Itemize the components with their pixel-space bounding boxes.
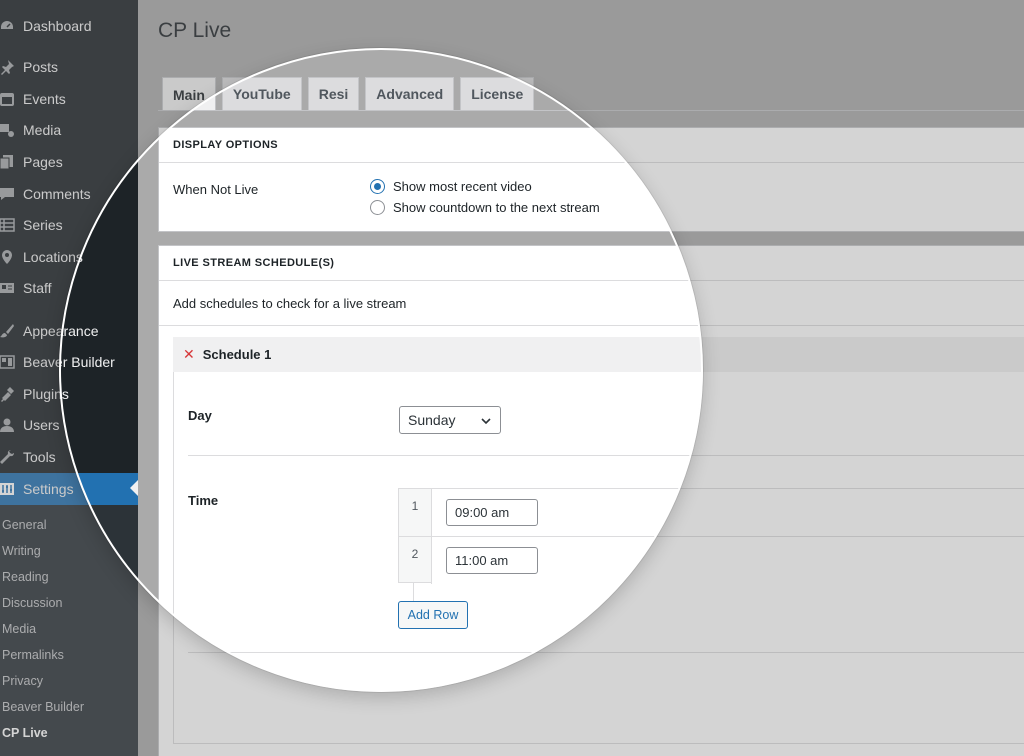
menu-label: Beaver Builder xyxy=(23,354,115,370)
pin-icon xyxy=(0,58,16,76)
tab-youtube[interactable]: YouTube xyxy=(221,77,302,110)
day-label: Day xyxy=(188,408,212,423)
page-title: CP Live xyxy=(158,19,232,42)
menu-label: Staff xyxy=(23,280,52,296)
time-input[interactable]: 11:00 am xyxy=(446,547,538,574)
day-select-value: Sunday xyxy=(408,412,456,428)
submenu-item-discussion[interactable]: Discussion xyxy=(2,596,62,610)
submenu-item-general[interactable]: General xyxy=(2,518,46,532)
submenu-item-permalinks[interactable]: Permalinks xyxy=(2,648,64,662)
display-options-heading: DISPLAY OPTIONS xyxy=(159,128,1024,163)
menu-label: Events xyxy=(23,91,66,107)
comment-icon xyxy=(0,185,16,203)
radio-recent-video[interactable]: Show most recent video xyxy=(370,179,532,194)
menu-item-settings[interactable]: Settings xyxy=(0,473,138,505)
settings-icon xyxy=(0,480,16,498)
tabs-divider xyxy=(158,110,1024,111)
list-icon xyxy=(0,216,16,234)
menu-item-tools[interactable]: Tools xyxy=(0,442,138,472)
menu-label: Pages xyxy=(23,154,63,170)
menu-item-pages[interactable]: Pages xyxy=(0,147,138,177)
field-divider xyxy=(188,652,1024,653)
day-select[interactable]: Sunday xyxy=(399,406,501,434)
menu-label: Series xyxy=(23,217,63,233)
row-cell: 09:00 am xyxy=(432,489,1024,536)
user-icon xyxy=(0,416,16,434)
schedule-title: Schedule 1 xyxy=(202,347,272,362)
menu-label: Users xyxy=(23,417,60,433)
display-options-panel: DISPLAY OPTIONS When Not Live Show most … xyxy=(158,127,1024,232)
menu-label: Posts xyxy=(23,59,59,75)
menu-item-dashboard[interactable]: Dashboard xyxy=(0,11,138,41)
schedule-description: Add schedules to check for a live stream xyxy=(173,296,407,311)
events-icon xyxy=(0,90,16,108)
add-row-button[interactable]: Add Row xyxy=(398,601,468,629)
brush-icon xyxy=(0,322,16,340)
time-label: Time xyxy=(188,493,219,508)
menu-item-beaver-builder[interactable]: Beaver Builder xyxy=(0,347,138,377)
row-cell: 11:00 am xyxy=(432,537,1024,584)
table-connector xyxy=(413,583,414,601)
id-card-icon xyxy=(0,279,16,297)
tab-license[interactable]: License xyxy=(460,77,535,110)
dashboard-icon xyxy=(0,17,16,35)
menu-item-staff[interactable]: Staff xyxy=(0,273,138,303)
table-row: 1 09:00 am xyxy=(399,489,1024,536)
tab-main[interactable]: Main xyxy=(162,77,216,111)
menu-item-locations[interactable]: Locations xyxy=(0,242,138,272)
settings-submenu: General Writing Reading Discussion Media… xyxy=(0,505,138,756)
submenu-item-writing[interactable]: Writing xyxy=(2,544,41,558)
schedule-1-header[interactable]: ✕ Schedule 1 xyxy=(173,337,1024,372)
section-divider xyxy=(159,325,1024,326)
tab-resi[interactable]: Resi xyxy=(307,77,360,110)
radio-checked-icon[interactable] xyxy=(370,179,385,194)
menu-label: Comments xyxy=(23,186,91,202)
menu-item-comments[interactable]: Comments xyxy=(0,179,138,209)
pages-icon xyxy=(0,153,16,171)
remove-schedule-icon[interactable]: ✕ xyxy=(183,346,195,363)
schedule-panel: LIVE STREAM SCHEDULE(S) Add schedules to… xyxy=(158,245,1024,756)
plug-icon xyxy=(0,385,16,403)
menu-item-series[interactable]: Series xyxy=(0,210,138,240)
row-number: 2 xyxy=(399,537,432,584)
when-not-live-label: When Not Live xyxy=(173,182,259,197)
menu-item-plugins[interactable]: Plugins xyxy=(0,379,138,409)
submenu-item-privacy[interactable]: Privacy xyxy=(2,674,43,688)
menu-item-posts[interactable]: Posts xyxy=(0,52,138,82)
menu-label: Locations xyxy=(23,249,83,265)
field-divider xyxy=(188,455,1024,456)
radio-countdown[interactable]: Show countdown to the next stream xyxy=(370,200,600,215)
menu-item-media[interactable]: Media xyxy=(0,115,138,145)
table-row: 2 11:00 am xyxy=(399,536,1024,584)
location-icon xyxy=(0,248,16,266)
submenu-item-beaver-builder[interactable]: Beaver Builder xyxy=(2,700,84,714)
menu-label: Settings xyxy=(23,481,74,497)
layout-icon xyxy=(0,353,16,371)
schedule-1-body: Day Sunday Time 1 09:00 am 2 11:00 am Ad… xyxy=(173,372,1024,744)
submenu-item-reading[interactable]: Reading xyxy=(2,570,49,584)
wrench-icon xyxy=(0,448,16,466)
menu-label: Dashboard xyxy=(23,18,92,34)
chevron-down-icon xyxy=(480,414,492,430)
tab-advanced[interactable]: Advanced xyxy=(365,77,455,110)
admin-sidebar: Dashboard Posts Events Media Pages Comme… xyxy=(0,0,138,756)
submenu-item-media[interactable]: Media xyxy=(2,622,36,636)
menu-label: Tools xyxy=(23,449,56,465)
menu-item-users[interactable]: Users xyxy=(0,410,138,440)
menu-item-events[interactable]: Events xyxy=(0,84,138,114)
menu-item-appearance[interactable]: Appearance xyxy=(0,316,138,346)
time-rows-table: 1 09:00 am 2 11:00 am xyxy=(398,488,1024,584)
menu-label: Appearance xyxy=(23,323,99,339)
time-input[interactable]: 09:00 am xyxy=(446,499,538,526)
menu-label: Media xyxy=(23,122,62,138)
radio-label: Show most recent video xyxy=(393,179,532,194)
settings-tabs: Main YouTube Resi Advanced License xyxy=(162,77,540,111)
menu-label: Plugins xyxy=(23,386,69,402)
radio-unchecked-icon[interactable] xyxy=(370,200,385,215)
submenu-item-cp-live[interactable]: CP Live xyxy=(2,726,48,740)
schedule-heading: LIVE STREAM SCHEDULE(S) xyxy=(159,246,1024,281)
media-icon xyxy=(0,121,16,139)
radio-label: Show countdown to the next stream xyxy=(393,200,600,215)
row-number: 1 xyxy=(399,489,432,536)
